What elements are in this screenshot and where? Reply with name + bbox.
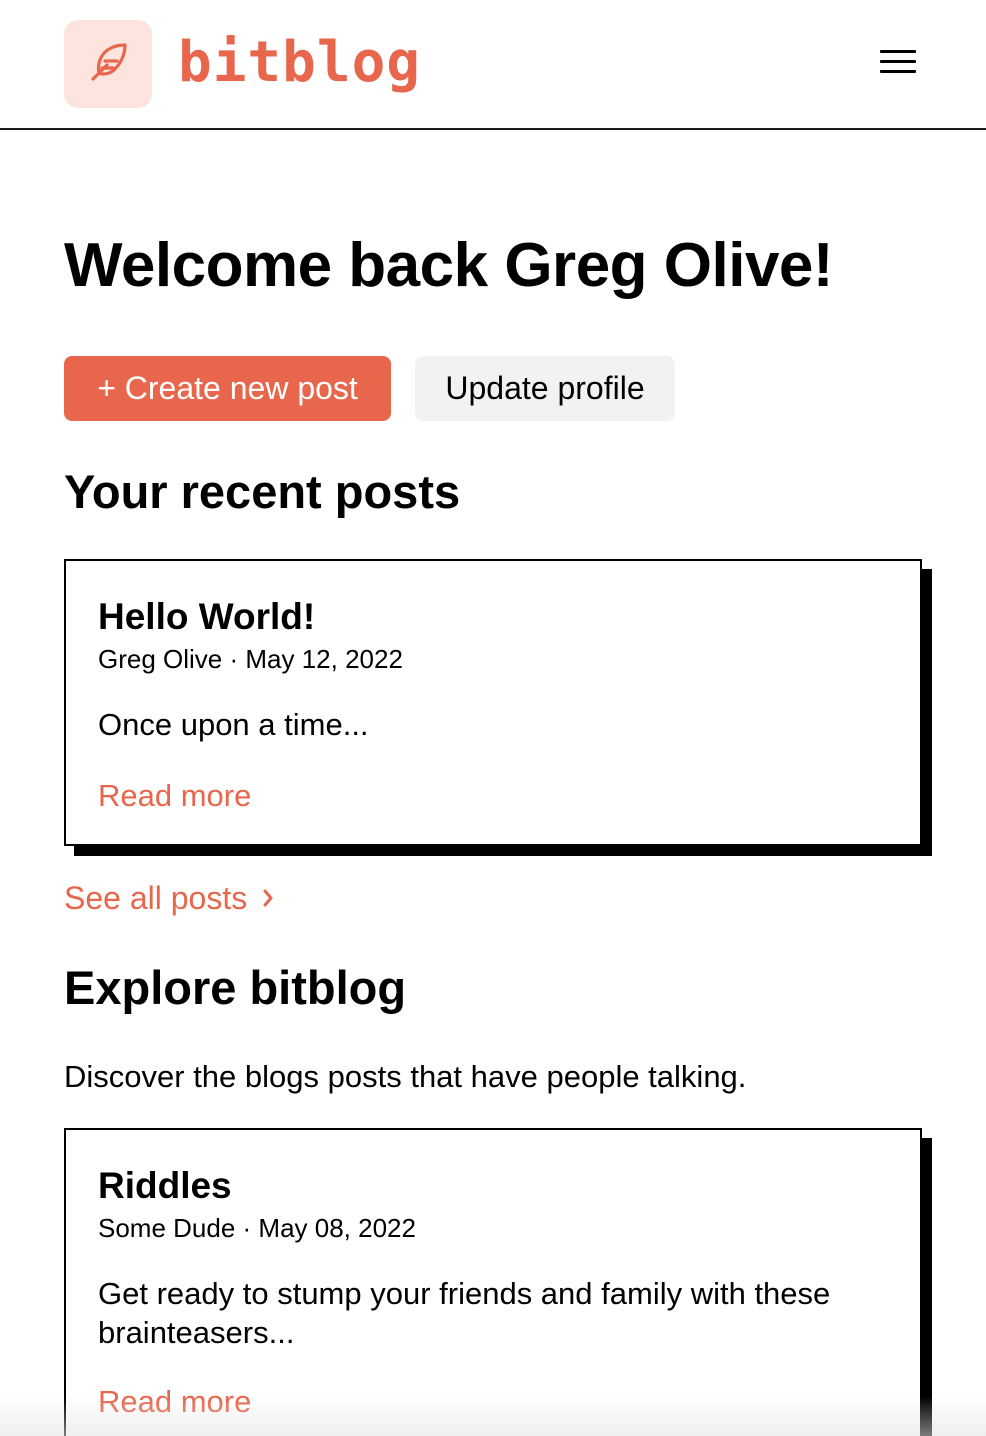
hamburger-menu-icon[interactable] — [876, 44, 920, 80]
recent-posts-heading: Your recent posts — [64, 465, 461, 518]
chevron-right-icon — [261, 887, 275, 909]
welcome-heading: Welcome back Greg Olive! — [64, 231, 834, 300]
post-meta: Some Dude · May 08, 2022 — [98, 1213, 416, 1243]
page: bitblog Welcome back Greg Olive! + Creat… — [0, 0, 986, 1436]
post-card: Riddles Some Dude · May 08, 2022 Get rea… — [64, 1128, 922, 1436]
post-meta: Greg Olive · May 12, 2022 — [98, 644, 403, 674]
read-more-link[interactable]: Read more — [98, 776, 251, 816]
see-all-posts-label: See all posts — [64, 880, 248, 916]
site-header: bitblog — [0, 0, 986, 130]
see-all-posts-link[interactable]: See all posts — [64, 878, 275, 918]
explore-heading: Explore bitblog — [64, 961, 407, 1014]
logo-link[interactable] — [64, 20, 152, 108]
read-more-link[interactable]: Read more — [98, 1382, 251, 1422]
post-title[interactable]: Riddles — [98, 1164, 888, 1208]
feather-icon — [85, 39, 131, 90]
brand-name[interactable]: bitblog — [178, 28, 421, 98]
update-profile-button[interactable]: Update profile — [415, 356, 675, 421]
explore-description: Discover the blogs posts that have peopl… — [64, 1059, 747, 1094]
create-new-post-button[interactable]: + Create new post — [64, 356, 391, 421]
post-card: Hello World! Greg Olive · May 12, 2022 O… — [64, 559, 922, 846]
post-excerpt: Get ready to stump your friends and fami… — [98, 1276, 831, 1350]
post-excerpt: Once upon a time... — [98, 707, 369, 742]
post-title[interactable]: Hello World! — [98, 595, 888, 639]
